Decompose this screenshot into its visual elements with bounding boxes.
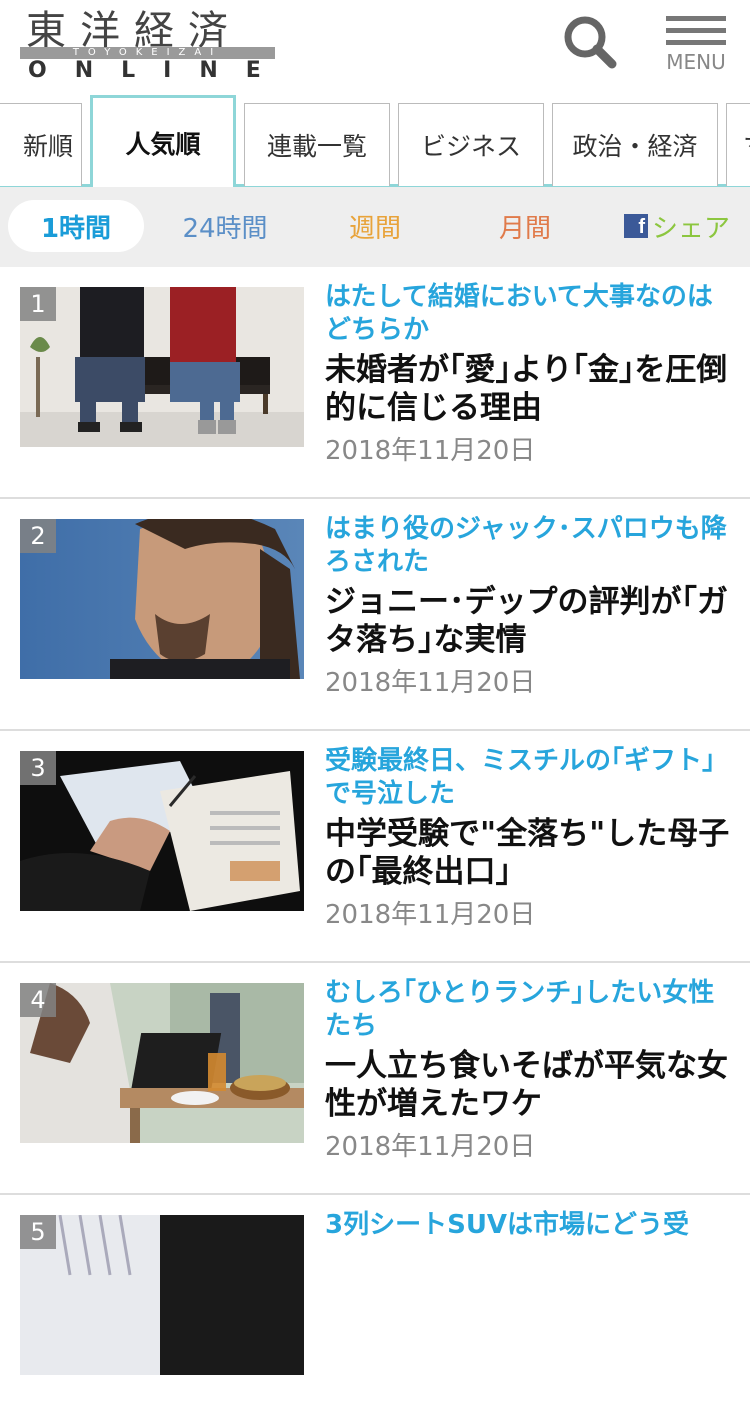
article-thumbnail: 2 xyxy=(20,519,304,679)
article-subtitle[interactable]: はまり役のジャック･スパロウも降ろされた xyxy=(325,513,735,579)
list-item[interactable]: 2 はまり役のジャック･スパロウも降ろされた ジョニー･デップの評判が｢ガタ落ち… xyxy=(0,499,750,731)
period-weekly[interactable]: 週間 xyxy=(325,200,425,252)
tab-series[interactable]: 連載一覧 xyxy=(244,103,390,186)
article-subtitle[interactable]: むしろ｢ひとりランチ｣したい女性たち xyxy=(325,977,735,1043)
tab-more[interactable]: マ xyxy=(726,103,750,186)
rank-badge: 2 xyxy=(20,519,56,553)
menu-label: MENU xyxy=(666,50,726,74)
list-item[interactable]: 3 受験最終日、ミスチルの｢ギフト｣で号泣した 中学受験で"全落ち"した母子の｢… xyxy=(0,731,750,963)
period-24h[interactable]: 24時間 xyxy=(165,200,285,252)
tab-business[interactable]: ビジネス xyxy=(398,103,544,186)
studying-image xyxy=(20,751,304,911)
article-thumbnail: 1 xyxy=(20,287,304,447)
rank-badge: 5 xyxy=(20,1215,56,1249)
period-selector: 1時間 24時間 週間 月間 f シェア xyxy=(0,187,750,267)
article-subtitle[interactable]: はたして結婚において大事なのはどちらか xyxy=(325,281,735,347)
couple-on-bench-image xyxy=(20,287,304,447)
logo-online: ONLINE xyxy=(28,58,289,83)
period-share[interactable]: f シェア xyxy=(612,200,742,252)
period-1h[interactable]: 1時間 xyxy=(8,200,144,252)
tab-politics-economy[interactable]: 政治・経済 xyxy=(552,103,718,186)
menu-icon-line xyxy=(666,40,726,45)
suv-image xyxy=(20,1215,304,1375)
article-title[interactable]: 一人立ち食いそばが平気な女性が増えたワケ xyxy=(325,1047,735,1123)
menu-button[interactable]: MENU xyxy=(660,14,732,76)
rank-badge: 4 xyxy=(20,983,56,1017)
article-date: 2018年11月20日 xyxy=(325,1132,536,1162)
period-monthly[interactable]: 月間 xyxy=(475,200,575,252)
rank-badge: 3 xyxy=(20,751,56,785)
rank-badge: 1 xyxy=(20,287,56,321)
article-subtitle[interactable]: 3列シートSUVは市場にどう受 xyxy=(325,1209,735,1242)
facebook-icon: f xyxy=(623,214,648,238)
list-item[interactable]: 4 むしろ｢ひとりランチ｣したい女性たち 一人立ち食いそばが平気な女性が増えたワ… xyxy=(0,963,750,1195)
site-header: 東洋経済 TOYOKEIZAI ONLINE MENU xyxy=(0,0,750,95)
site-logo[interactable]: 東洋経済 TOYOKEIZAI ONLINE xyxy=(20,2,275,84)
article-title[interactable]: ジョニー･デップの評判が｢ガタ落ち｣な実情 xyxy=(325,583,735,659)
article-date: 2018年11月20日 xyxy=(325,436,536,466)
article-subtitle[interactable]: 受験最終日、ミスチルの｢ギフト｣で号泣した xyxy=(325,745,735,811)
article-title[interactable]: 未婚者が｢愛｣より｢金｣を圧倒的に信じる理由 xyxy=(325,351,735,427)
article-thumbnail: 4 xyxy=(20,983,304,1143)
menu-icon-line xyxy=(666,28,726,33)
list-item[interactable]: 5 3列シートSUVは市場にどう受 xyxy=(0,1195,750,1427)
list-item[interactable]: 1 はたして結婚において大事なのはどちらか 未婚者が｢愛｣より｢金｣を圧倒的に信… xyxy=(0,267,750,499)
search-icon xyxy=(564,16,617,69)
article-title[interactable]: 中学受験で"全落ち"した母子の｢最終出口｣ xyxy=(325,815,735,891)
tab-new[interactable]: 新順 xyxy=(0,103,82,186)
period-share-label: シェア xyxy=(651,213,730,244)
search-button[interactable] xyxy=(560,12,620,72)
article-thumbnail: 3 xyxy=(20,751,304,911)
article-thumbnail: 5 xyxy=(20,1215,304,1375)
article-date: 2018年11月20日 xyxy=(325,668,536,698)
cafe-lunch-image xyxy=(20,983,304,1143)
menu-icon xyxy=(666,16,726,21)
category-tabs: 新順 人気順 連載一覧 ビジネス 政治・経済 マ xyxy=(0,95,750,187)
article-date: 2018年11月20日 xyxy=(325,900,536,930)
tab-popular[interactable]: 人気順 xyxy=(90,95,236,187)
portrait-image xyxy=(20,519,304,679)
